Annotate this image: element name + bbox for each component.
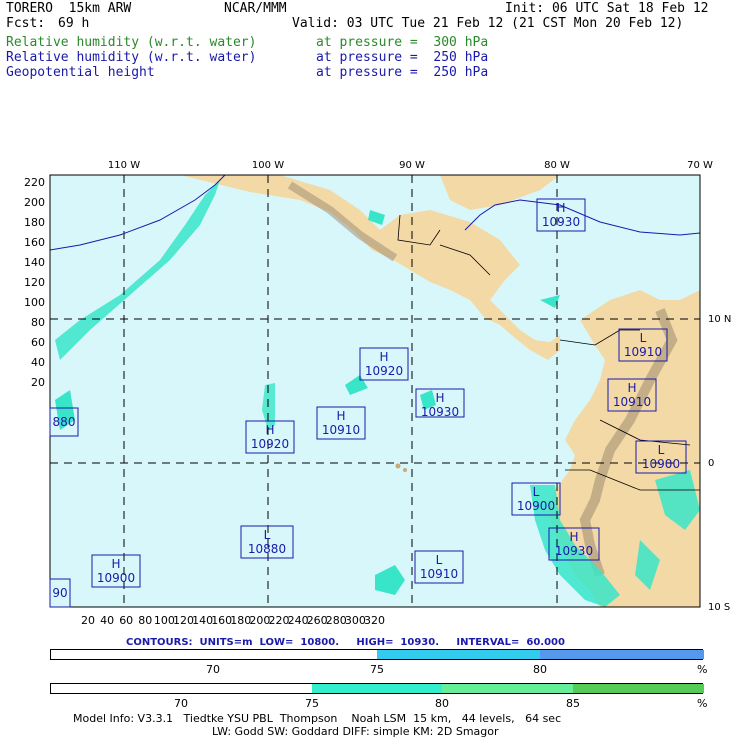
colorbar-300-seg-2 (312, 684, 442, 693)
pressure-center-type: H (627, 381, 636, 395)
lat-label: 10 N (708, 314, 731, 325)
x-tick-label: 180 (230, 614, 251, 627)
pressure-center-type: H (435, 391, 444, 405)
y-tick-label: 100 (24, 296, 45, 309)
colorbar-250hpa (50, 649, 704, 660)
y-tick-label: 60 (31, 336, 45, 349)
pressure-center-value: 90 (52, 586, 67, 600)
y-tick-label: 180 (24, 216, 45, 229)
pressure-center-type: H (336, 409, 345, 423)
lon-label: 100 W (252, 160, 284, 171)
colorbar-300-tick-85: 85 (566, 697, 580, 710)
pressure-center-value: 880 (53, 415, 76, 429)
pressure-center-value: 10900 (642, 457, 680, 471)
pressure-center-type: L (436, 553, 443, 567)
x-tick-label: 280 (326, 614, 347, 627)
lat-label: 10 S (708, 602, 730, 613)
colorbar-300-tick-75: 75 (305, 697, 319, 710)
pressure-center-type: H (569, 530, 578, 544)
colorbar-300-tick-80: 80 (435, 697, 449, 710)
colorbar-250-tick-pct: % (697, 663, 708, 676)
lon-label: 110 W (108, 160, 140, 171)
colorbar-300-seg-4 (573, 684, 704, 693)
x-tick-label: 100 (154, 614, 175, 627)
lon-label: 80 W (544, 160, 570, 171)
y-tick-label: 120 (24, 276, 45, 289)
pressure-center-value: 10900 (97, 571, 135, 585)
galapagos-islands-2 (403, 468, 407, 472)
colorbar-250-tick-75: 75 (370, 663, 384, 676)
x-tick-label: 160 (211, 614, 232, 627)
pressure-center-type: L (264, 528, 271, 542)
x-tick-label: 240 (288, 614, 309, 627)
lat-label: 0 (708, 458, 714, 469)
colorbar-300hpa (50, 683, 704, 694)
x-tick-label: 40 (100, 614, 114, 627)
pressure-center-value: 10930 (542, 215, 580, 229)
x-tick-label: 140 (192, 614, 213, 627)
y-tick-label: 140 (24, 256, 45, 269)
pressure-center-type: L (533, 485, 540, 499)
x-tick-label: 320 (364, 614, 385, 627)
pressure-center-type: H (556, 201, 565, 215)
pressure-center-type: L (640, 331, 647, 345)
lon-label: 90 W (399, 160, 425, 171)
pressure-center-value: 10910 (420, 567, 458, 581)
x-tick-label: 200 (249, 614, 270, 627)
colorbar-250-seg-3 (540, 650, 704, 659)
pressure-center-value: 10910 (322, 423, 360, 437)
x-tick-label: 80 (138, 614, 152, 627)
y-tick-label: 40 (31, 356, 45, 369)
pressure-center-value: 10930 (555, 544, 593, 558)
colorbar-250-seg-2 (377, 650, 540, 659)
pressure-center-value: 10900 (517, 499, 555, 513)
model-info: Model Info: V3.3.1 Tiedtke YSU PBL Thomp… (73, 712, 562, 725)
y-tick-label: 160 (24, 236, 45, 249)
x-tick-label: 300 (345, 614, 366, 627)
lon-label: 70 W (687, 160, 713, 171)
y-tick-label: 200 (24, 196, 45, 209)
physics-info: LW: Godd SW: Goddard DIFF: simple KM: 2D… (212, 725, 499, 738)
y-tick-label: 20 (31, 376, 45, 389)
colorbar-250-seg-1 (51, 650, 377, 659)
colorbar-300-seg-3 (442, 684, 573, 693)
colorbar-250-tick-80: 80 (533, 663, 547, 676)
pressure-center-value: 10910 (613, 395, 651, 409)
pressure-center-type: H (111, 557, 120, 571)
pressure-center-value: 10920 (365, 364, 403, 378)
weather-map: 110 W 100 W 90 W 80 W 70 W10 N010 S220200180… (24, 160, 731, 627)
colorbar-300-seg-1 (51, 684, 312, 693)
galapagos-islands (395, 463, 401, 469)
colorbar-300-tick-pct: % (697, 697, 708, 710)
pressure-center-type: H (265, 423, 274, 437)
y-tick-label: 220 (24, 176, 45, 189)
contours-info: CONTOURS: UNITS=m LOW= 10800. HIGH= 1093… (126, 637, 565, 648)
x-tick-label: 120 (173, 614, 194, 627)
pressure-center-type: L (658, 443, 665, 457)
x-tick-label: 220 (269, 614, 290, 627)
colorbar-250-tick-70: 70 (206, 663, 220, 676)
x-tick-label: 20 (81, 614, 95, 627)
y-tick-label: 80 (31, 316, 45, 329)
pressure-center-type: H (379, 350, 388, 364)
pressure-center-value: 10930 (421, 405, 459, 419)
pressure-center-value: 10910 (624, 345, 662, 359)
x-tick-label: 260 (307, 614, 328, 627)
x-tick-label: 60 (119, 614, 133, 627)
pressure-center-value: 10920 (251, 437, 289, 451)
colorbar-300-tick-70: 70 (174, 697, 188, 710)
pressure-center-value: 10880 (248, 542, 286, 556)
